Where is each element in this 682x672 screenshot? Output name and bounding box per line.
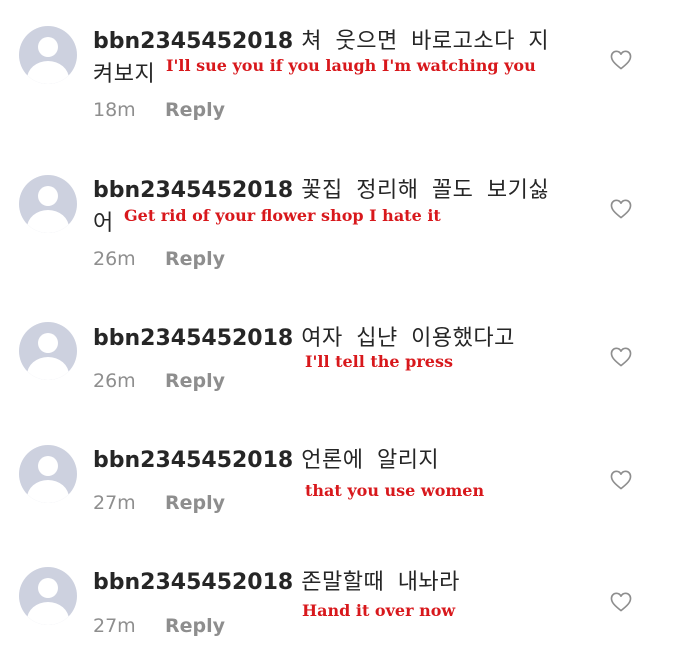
comment-meta: 26m Reply (93, 248, 225, 270)
comment-text: 존말할때 내놔라 (301, 570, 460, 595)
avatar[interactable] (19, 322, 77, 380)
comment-text-block: bbn2345452018 존말할때 내놔라 (93, 566, 573, 599)
avatar-head-shape (38, 333, 58, 353)
comment-timestamp: 26m (93, 248, 136, 270)
like-button[interactable] (610, 50, 632, 70)
avatar-head-shape (38, 578, 58, 598)
avatar-body-shape (27, 61, 69, 84)
like-button[interactable] (610, 470, 632, 490)
comment-text-block: bbn2345452018 언론에 알리지 (93, 444, 573, 477)
comment-meta: 27m Reply (93, 615, 225, 637)
heart-outline-icon (610, 470, 632, 490)
comment-translation: Get rid of your flower shop I hate it (124, 206, 441, 225)
avatar[interactable] (19, 26, 77, 84)
avatar-body-shape (27, 602, 69, 625)
comment-meta: 18m Reply (93, 99, 225, 121)
avatar[interactable] (19, 445, 77, 503)
comment-username[interactable]: bbn2345452018 (93, 570, 293, 595)
comment-timestamp: 27m (93, 615, 136, 637)
avatar-body-shape (27, 210, 69, 233)
reply-button[interactable]: Reply (165, 248, 225, 270)
heart-outline-icon (610, 199, 632, 219)
reply-button[interactable]: Reply (165, 492, 225, 514)
avatar-head-shape (38, 186, 58, 206)
comment-meta: 27m Reply (93, 492, 225, 514)
like-button[interactable] (610, 592, 632, 612)
avatar-body-shape (27, 480, 69, 503)
reply-button[interactable]: Reply (165, 370, 225, 392)
avatar-body-shape (27, 357, 69, 380)
heart-outline-icon (610, 347, 632, 367)
comment-timestamp: 27m (93, 492, 136, 514)
avatar[interactable] (19, 175, 77, 233)
comment-translation: Hand it over now (302, 601, 456, 620)
reply-button[interactable]: Reply (165, 615, 225, 637)
comment-translation: that you use women (305, 481, 485, 500)
comment-translation: I'll sue you if you laugh I'm watching y… (166, 56, 536, 75)
heart-outline-icon (610, 592, 632, 612)
comment-text-block: bbn2345452018 여자 십냔 이용했다고 (93, 322, 573, 355)
avatar[interactable] (19, 567, 77, 625)
comment-username[interactable]: bbn2345452018 (93, 178, 293, 203)
avatar-head-shape (38, 456, 58, 476)
heart-outline-icon (610, 50, 632, 70)
comment-translation: I'll tell the press (305, 352, 453, 371)
like-button[interactable] (610, 347, 632, 367)
comment-timestamp: 26m (93, 370, 136, 392)
comment-username[interactable]: bbn2345452018 (93, 29, 293, 54)
comment-text: 언론에 알리지 (301, 448, 440, 473)
like-button[interactable] (610, 199, 632, 219)
comment-username[interactable]: bbn2345452018 (93, 326, 293, 351)
comment-username[interactable]: bbn2345452018 (93, 448, 293, 473)
avatar-head-shape (38, 37, 58, 57)
comment-timestamp: 18m (93, 99, 136, 121)
comment-meta: 26m Reply (93, 370, 225, 392)
reply-button[interactable]: Reply (165, 99, 225, 121)
comment-text: 여자 십냔 이용했다고 (301, 326, 515, 351)
